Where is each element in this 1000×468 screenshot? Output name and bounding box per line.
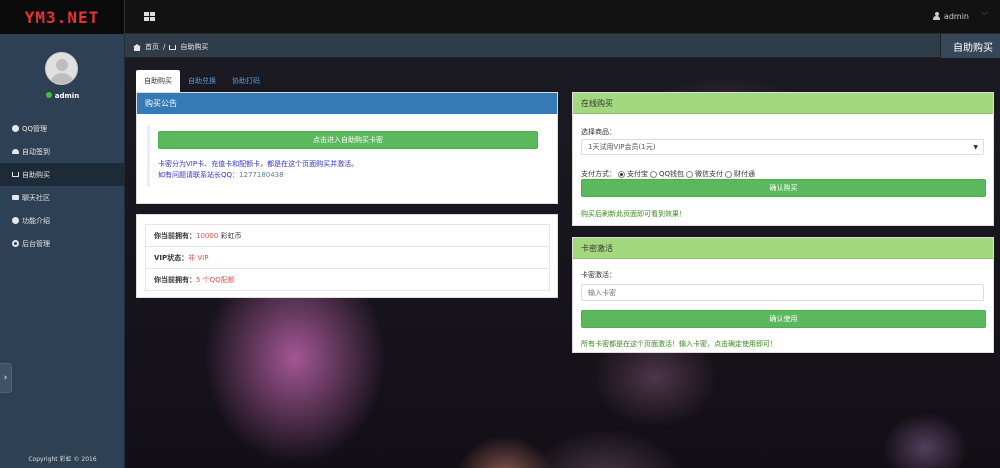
coins-label: 你当前拥有： <box>154 231 196 240</box>
grid-menu-icon[interactable] <box>144 12 155 22</box>
card-label: 卡密激活： <box>581 271 616 279</box>
online-status-icon <box>45 92 52 98</box>
activate-panel-title: 卡密激活 <box>573 238 993 259</box>
info-icon <box>12 217 19 224</box>
sidebar-item-qq[interactable]: QQ管理 <box>0 117 125 140</box>
purchase-note: 购买后刷新此页面即可看到效果！ <box>581 210 686 218</box>
payment-option-label: 财付通 <box>734 170 756 178</box>
sidebar-item-intro[interactable]: 功能介绍 <box>0 209 125 232</box>
contact-qq: 1277180438 <box>239 171 284 179</box>
chevron-right-icon: › <box>3 373 8 383</box>
activate-note: 所有卡密都是在这个页面激活！输入卡密，点击确定使用即可！ <box>581 340 777 348</box>
notice-line-2: 如有问题请联系站长QQ：1277180438 <box>158 170 358 181</box>
globe-icon <box>12 125 19 132</box>
cart-icon <box>12 172 19 177</box>
sidebar-item-label: 自动签到 <box>22 147 50 156</box>
sidebar-item-label: 自助购买 <box>22 170 50 179</box>
notice-line-1: 卡密分为VIP卡、充值卡和配额卡，都是在这个页面购买并激活。 <box>158 160 359 168</box>
breadcrumb: 首页 / 自助购买 <box>133 42 208 52</box>
chevron-down-icon: ﹀ <box>981 12 988 20</box>
coins-value: 10000 <box>196 231 219 240</box>
confirm-purchase-button[interactable]: 确认购买 <box>581 179 986 197</box>
payment-option-label: QQ钱包 <box>659 170 685 178</box>
coins-row: 你当前拥有： 10000 彩虹币 <box>145 224 550 247</box>
vip-value: 非 VIP <box>188 253 209 262</box>
payment-radio-alipay[interactable] <box>618 170 625 178</box>
user-menu[interactable]: admin ﹀ <box>932 11 988 21</box>
breadcrumb-bar: 首页 / 自助购买 自助购买 <box>125 34 1000 58</box>
dropdown-arrow-icon: ▼ <box>973 144 978 151</box>
tab-self-purchase[interactable]: 自助购买 <box>136 70 180 92</box>
sidebar-item-label: 后台管理 <box>22 239 50 248</box>
sidebar-toggle-button[interactable]: › <box>0 363 12 393</box>
notice-text: 卡密分为VIP卡、充值卡和配额卡，都是在这个页面购买并激活。 如有问题请联系站长… <box>158 159 358 181</box>
sidebar-username: admin <box>54 92 80 100</box>
brand-logo[interactable]: YM3.NET <box>0 0 125 34</box>
sidebar-item-label: 功能介绍 <box>22 216 50 225</box>
confirm-use-button[interactable]: 确认使用 <box>581 310 986 328</box>
payment-radio-qqwallet[interactable] <box>650 170 657 178</box>
vip-label: VIP状态： <box>154 253 189 262</box>
gear-icon <box>12 240 19 247</box>
payment-option-label: 微信支付 <box>695 170 724 178</box>
chat-icon <box>12 195 19 200</box>
coins-unit: 彩虹币 <box>220 231 242 240</box>
account-panel: 你当前拥有： 10000 彩虹币 VIP状态：非 VIP 你当前拥有： 5 个QQ配… <box>136 214 558 298</box>
quota-value: 5 个QQ配额 <box>196 275 235 284</box>
top-navbar: YM3.NET admin ﹀ <box>0 0 1000 34</box>
product-select[interactable]: 1天试用VIP会员(1元) ▼ <box>581 139 984 155</box>
sidebar: admin QQ管理 自动签到 自助购买 聊天社区 功能介绍 后台管理 › Co… <box>0 34 125 468</box>
sidebar-menu: QQ管理 自动签到 自助购买 聊天社区 功能介绍 后台管理 <box>0 117 125 255</box>
sidebar-item-shop[interactable]: 自助购买 <box>0 163 125 186</box>
payment-option-label: 支付宝 <box>627 170 648 178</box>
tab-bar: 自助购买 自助兑换 协助打码 <box>136 70 268 92</box>
notice-panel: 购买公告 点击进入自助购买卡密 卡密分为VIP卡、充值卡和配额卡，都是在这个页面… <box>136 92 558 204</box>
enter-purchase-button[interactable]: 点击进入自助购买卡密 <box>158 131 538 149</box>
sidebar-item-chat[interactable]: 聊天社区 <box>0 186 125 209</box>
cart-icon <box>169 44 177 50</box>
payment-label: 支付方式： <box>581 170 616 178</box>
brand-text: YM3.NET <box>24 7 100 27</box>
notice-contact-label: 如有问题请联系站长QQ： <box>158 171 240 179</box>
notice-panel-title: 购买公告 <box>137 93 557 114</box>
quota-label: 你当前拥有： <box>154 275 196 284</box>
tab-captcha-assist[interactable]: 协助打码 <box>224 70 268 92</box>
cloud-icon <box>12 149 19 154</box>
sidebar-item-label: QQ管理 <box>22 124 48 133</box>
avatar <box>45 52 78 85</box>
breadcrumb-separator: / <box>163 43 166 51</box>
user-icon <box>932 12 940 20</box>
payment-method-group: 支付方式： 支付宝 QQ钱包 微信支付 财付通 <box>581 169 755 179</box>
user-name: admin <box>943 11 969 21</box>
copyright: Copyright 彩虹 © 2016 <box>28 456 97 463</box>
payment-radio-wechat[interactable] <box>686 170 694 178</box>
home-icon <box>133 43 141 51</box>
vip-row: VIP状态：非 VIP <box>145 246 550 269</box>
payment-radio-tenpay[interactable] <box>725 170 733 178</box>
card-code-input[interactable] <box>581 284 984 301</box>
breadcrumb-current: 自助购买 <box>180 43 209 51</box>
sidebar-item-signin[interactable]: 自动签到 <box>0 140 125 163</box>
quota-row: 你当前拥有： 5 个QQ配额 <box>145 268 550 291</box>
product-label: 选择商品： <box>581 128 616 136</box>
tab-self-exchange[interactable]: 自助兑换 <box>180 70 224 92</box>
breadcrumb-home[interactable]: 首页 <box>145 42 159 52</box>
page-title: 自助购买 <box>940 34 1000 58</box>
sidebar-item-admin[interactable]: 后台管理 <box>0 232 125 255</box>
product-select-value: 1天试用VIP会员(1元) <box>588 143 656 151</box>
purchase-panel: 在线购买 选择商品： 1天试用VIP会员(1元) ▼ 支付方式： 支付宝 QQ钱包… <box>572 92 994 226</box>
activate-panel: 卡密激活 卡密激活： 确认使用 所有卡密都是在这个页面激活！输入卡密，点击确定使… <box>572 237 994 353</box>
purchase-panel-title: 在线购买 <box>573 93 993 114</box>
sidebar-item-label: 聊天社区 <box>22 193 50 202</box>
sidebar-user: admin <box>0 92 125 100</box>
